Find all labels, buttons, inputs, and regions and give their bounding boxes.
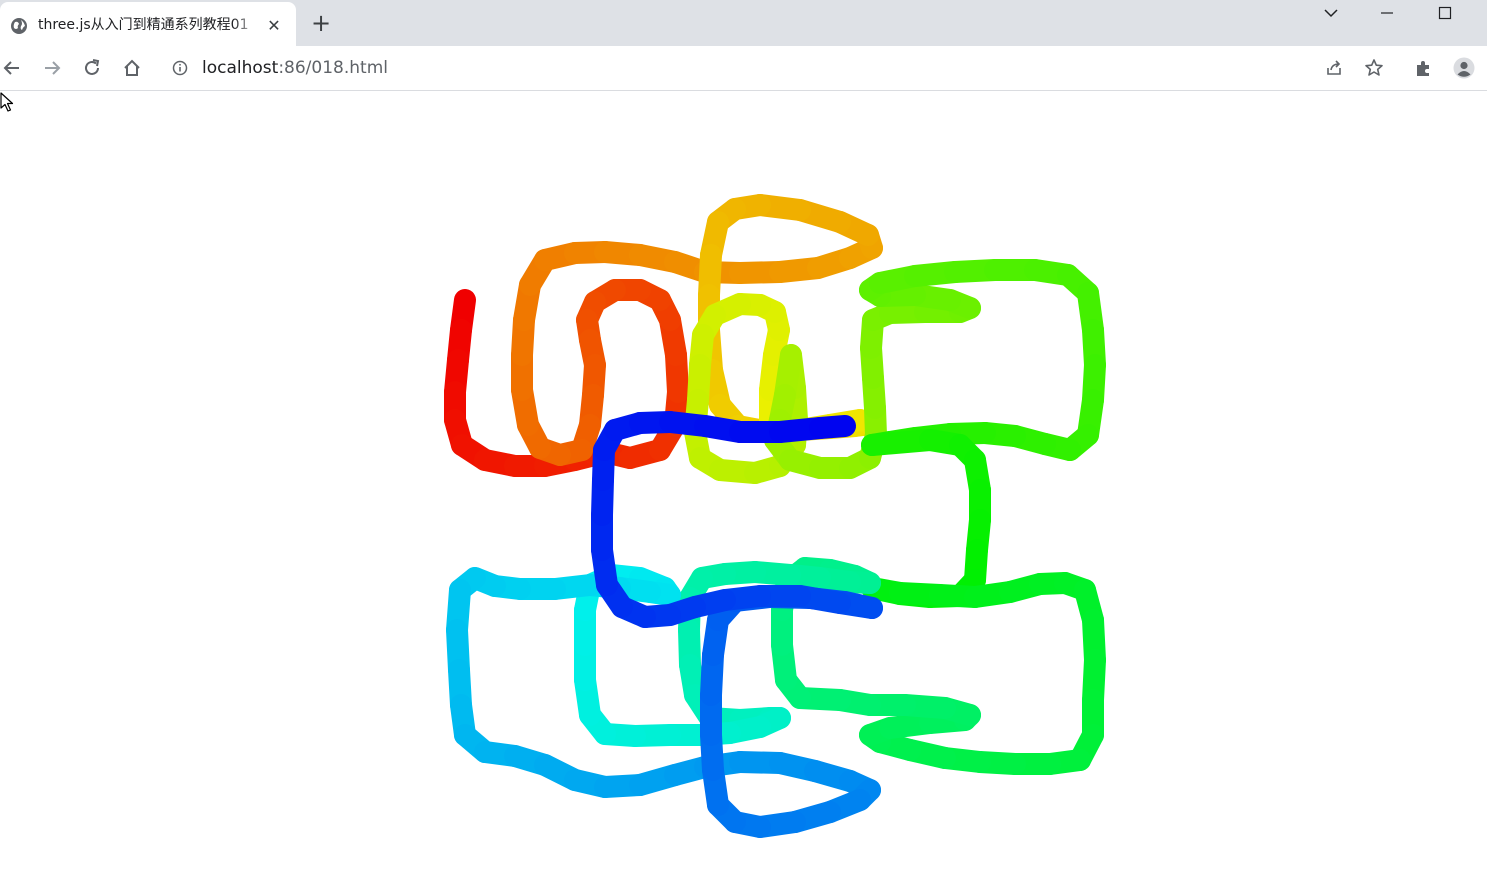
extensions-icon[interactable] — [1412, 56, 1436, 80]
globe-icon — [11, 18, 27, 34]
url-path: :86/018.html — [278, 58, 388, 78]
rainbow-tube-curve — [444, 194, 1106, 838]
chevron-down-icon[interactable] — [1303, 0, 1359, 30]
url-host: localhost — [202, 58, 279, 78]
close-icon[interactable]: ✕ — [264, 16, 284, 36]
arrow-left-icon[interactable] — [0, 56, 24, 80]
maximize-icon[interactable] — [1417, 0, 1473, 30]
star-icon[interactable] — [1362, 56, 1386, 80]
browser-toolbar: localhost:86/018.html — [0, 46, 1487, 91]
home-icon[interactable] — [120, 56, 144, 80]
mouse-cursor-icon — [0, 92, 14, 112]
render-canvas[interactable] — [0, 92, 1487, 873]
tab-strip: three.js从入门到精通系列教程01 ✕ + — [0, 0, 1487, 46]
tube-segment — [809, 415, 856, 439]
info-icon[interactable] — [172, 60, 188, 76]
tab-title: three.js从入门到精通系列教程01 — [38, 17, 249, 33]
browser-tab[interactable]: three.js从入门到精通系列教程01 ✕ — [0, 2, 296, 46]
minimize-icon[interactable] — [1359, 0, 1415, 30]
reload-icon[interactable] — [80, 56, 104, 80]
url-text: localhost:86/018.html — [202, 58, 388, 78]
share-icon[interactable] — [1322, 56, 1346, 80]
profile-icon[interactable] — [1452, 56, 1476, 80]
plus-icon[interactable]: + — [309, 11, 333, 36]
arrow-right-icon[interactable] — [40, 56, 64, 80]
address-bar[interactable]: localhost:86/018.html — [160, 52, 1310, 84]
